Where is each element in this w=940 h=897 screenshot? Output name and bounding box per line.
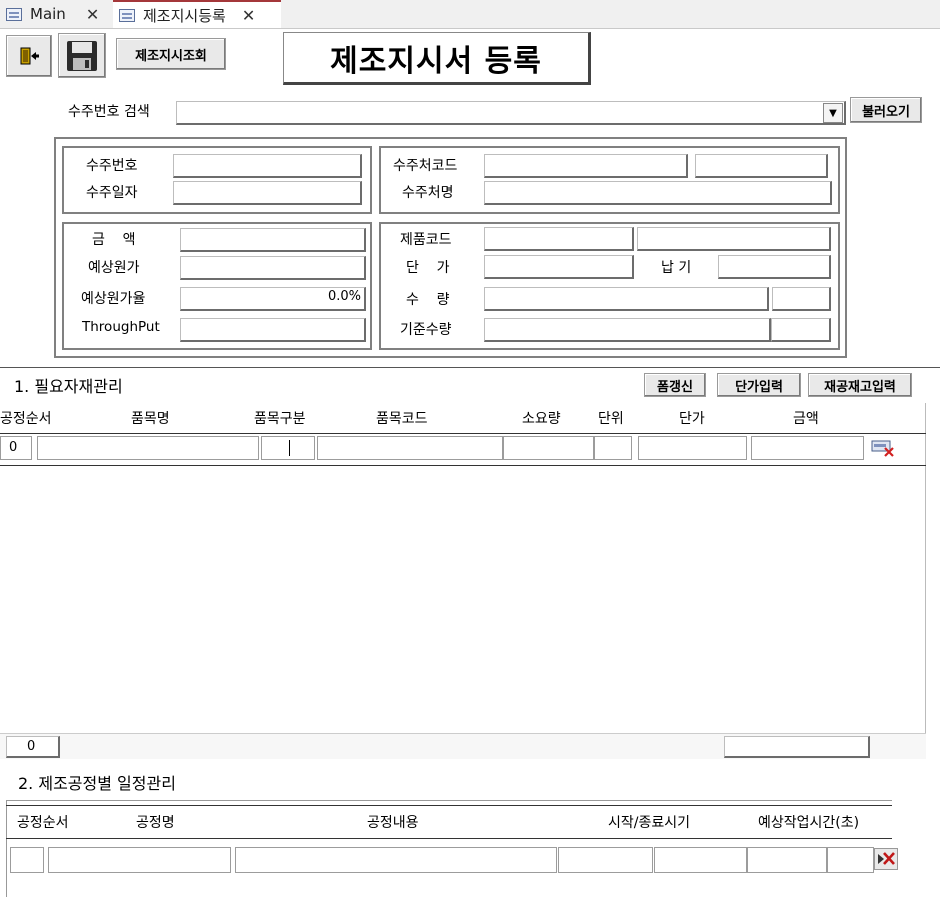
base-qty-label: 기준수량 bbox=[400, 322, 452, 338]
tab-manufacturing-order[interactable]: 제조지시등록 ✕ bbox=[113, 0, 281, 28]
product-name-field[interactable] bbox=[637, 227, 831, 251]
quantity-label: 수 량 bbox=[406, 292, 450, 308]
tab-main[interactable]: Main ✕ bbox=[0, 0, 112, 28]
text-cursor bbox=[289, 440, 290, 456]
col-header: 공정순서 bbox=[0, 411, 52, 427]
exit-button[interactable] bbox=[6, 35, 52, 77]
quantity-field[interactable] bbox=[484, 287, 769, 311]
process-content-cell[interactable] bbox=[235, 847, 557, 873]
save-floppy-icon bbox=[67, 40, 97, 71]
process-section-title: 2. 제조공정별 일정관리 bbox=[18, 774, 176, 793]
expected-cost-label: 예상원가 bbox=[88, 260, 140, 276]
load-button[interactable]: 불러오기 bbox=[850, 97, 922, 123]
delete-row-icon[interactable] bbox=[870, 438, 896, 458]
quantity-unit-field[interactable] bbox=[772, 287, 831, 311]
expected-time-extra-cell[interactable] bbox=[827, 847, 874, 873]
expected-cost-rate-label: 예상원가율 bbox=[81, 291, 146, 307]
unit-price-input-button[interactable]: 단가입력 bbox=[717, 373, 801, 397]
unit-price-cell[interactable] bbox=[638, 436, 747, 460]
end-time-cell[interactable] bbox=[654, 847, 747, 873]
process-header-divider bbox=[6, 838, 892, 839]
col-header: 품목명 bbox=[131, 411, 170, 427]
form-icon bbox=[119, 8, 135, 22]
process-name-cell[interactable] bbox=[48, 847, 231, 873]
amount-cell[interactable] bbox=[751, 436, 864, 460]
wip-stock-input-button[interactable]: 재공재고입력 bbox=[808, 373, 912, 397]
amount-field[interactable] bbox=[180, 228, 366, 252]
base-qty-field[interactable] bbox=[484, 318, 771, 342]
form-refresh-button[interactable]: 폼갱신 bbox=[644, 373, 706, 397]
delivery-field[interactable] bbox=[718, 255, 831, 279]
expected-cost-field[interactable] bbox=[180, 256, 366, 280]
process-top-line bbox=[6, 805, 892, 806]
col-header: 공정순서 bbox=[17, 815, 69, 831]
exit-door-icon bbox=[20, 47, 39, 65]
order-no-label: 수주번호 bbox=[86, 158, 138, 174]
order-search-label: 수주번호 검색 bbox=[68, 104, 150, 120]
page-title: 제조지시서 등록 bbox=[283, 32, 591, 85]
col-header: 공정내용 bbox=[367, 815, 419, 831]
amount-label: 금 액 bbox=[92, 232, 136, 248]
tab-bar: Main ✕ 제조지시등록 ✕ bbox=[0, 0, 940, 29]
client-name-label: 수주처명 bbox=[402, 185, 454, 201]
delete-process-icon[interactable] bbox=[874, 848, 898, 870]
footer-count-field[interactable]: 0 bbox=[6, 736, 60, 758]
col-header: 금액 bbox=[793, 411, 819, 427]
process-seq-cell[interactable]: 0 bbox=[0, 436, 32, 460]
unit-price-field[interactable] bbox=[484, 255, 634, 279]
col-header: 소요량 bbox=[522, 411, 561, 427]
order-lookup-button[interactable]: 제조지시조회 bbox=[116, 38, 226, 70]
start-time-cell[interactable] bbox=[558, 847, 653, 873]
tab-label: 제조지시등록 bbox=[143, 6, 226, 25]
order-date-label: 수주일자 bbox=[86, 185, 138, 201]
required-qty-cell[interactable] bbox=[503, 436, 594, 460]
header-divider bbox=[0, 433, 926, 434]
col-header: 시작/종료시기 bbox=[608, 815, 690, 831]
close-icon[interactable]: ✕ bbox=[242, 6, 255, 25]
chevron-down-icon[interactable]: ▼ bbox=[823, 103, 843, 123]
delivery-label: 납 기 bbox=[661, 260, 692, 276]
col-header: 공정명 bbox=[136, 815, 175, 831]
row-divider bbox=[0, 465, 926, 466]
table-row: 0 bbox=[0, 436, 926, 464]
col-header: 예상작업시간(초) bbox=[758, 815, 860, 831]
col-header: 단위 bbox=[598, 411, 624, 427]
order-search-combobox[interactable]: ▼ bbox=[176, 101, 846, 125]
item-name-cell[interactable] bbox=[37, 436, 259, 460]
close-icon[interactable]: ✕ bbox=[86, 5, 99, 24]
col-header: 단가 bbox=[679, 411, 705, 427]
save-button[interactable] bbox=[58, 33, 106, 78]
unit-cell[interactable] bbox=[594, 436, 632, 460]
client-code-extra-field[interactable] bbox=[695, 154, 828, 178]
throughput-field[interactable] bbox=[180, 318, 366, 342]
section-divider bbox=[0, 367, 940, 368]
col-header: 품목구분 bbox=[254, 411, 306, 427]
order-date-field[interactable] bbox=[173, 181, 362, 205]
tab-label: Main bbox=[30, 5, 66, 23]
item-code-cell[interactable] bbox=[317, 436, 503, 460]
expected-time-cell[interactable] bbox=[747, 847, 827, 873]
unit-price-label: 단 가 bbox=[406, 260, 450, 276]
client-code-field[interactable] bbox=[484, 154, 688, 178]
col-header: 품목코드 bbox=[376, 411, 428, 427]
client-name-field[interactable] bbox=[484, 181, 832, 205]
throughput-label: ThroughPut bbox=[82, 319, 160, 335]
form-icon bbox=[6, 7, 22, 21]
item-type-cell[interactable] bbox=[261, 436, 315, 460]
product-code-label: 제품코드 bbox=[400, 232, 452, 248]
footer-total-field[interactable] bbox=[724, 736, 870, 758]
process-seq-cell[interactable] bbox=[10, 847, 44, 873]
base-qty-unit-field[interactable] bbox=[771, 318, 831, 342]
order-no-field[interactable] bbox=[173, 154, 362, 178]
materials-section-title: 1. 필요자재관리 bbox=[14, 377, 123, 396]
product-code-field[interactable] bbox=[484, 227, 634, 251]
client-code-label: 수주처코드 bbox=[393, 158, 458, 174]
table-row bbox=[10, 847, 900, 875]
expected-cost-rate-field[interactable]: 0.0% bbox=[180, 287, 366, 311]
